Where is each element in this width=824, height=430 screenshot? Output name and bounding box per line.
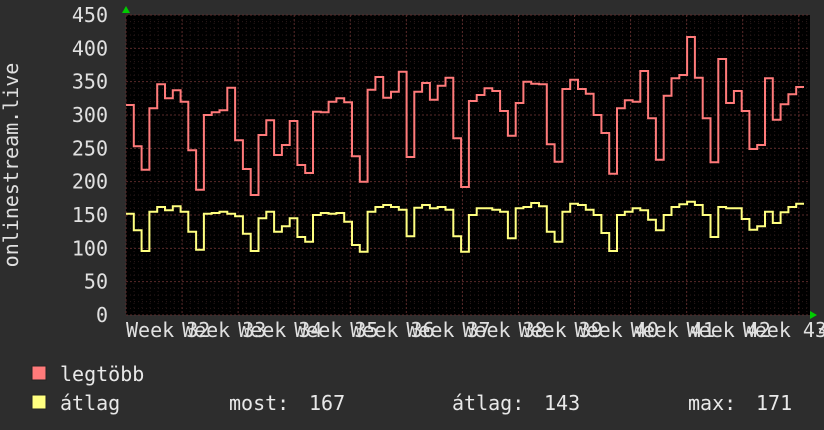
stat-avg-value: 143	[544, 391, 580, 415]
legend-label-legtobb: legtöbb	[60, 362, 144, 386]
stat-avg-label: átlag:	[452, 391, 524, 415]
y-tick-labels: 0 50 100 150 200 250 300 350 400 450	[72, 3, 108, 327]
x-tick-label-tail: 4	[818, 318, 824, 342]
y-tick-label: 0	[96, 303, 108, 327]
legend-label-atlag: átlag	[60, 391, 120, 415]
y-tick-label: 450	[72, 3, 108, 27]
y-tick-label: 250	[72, 136, 108, 160]
stat-now-label: most:	[229, 391, 289, 415]
stat-max-value: 171	[756, 391, 792, 415]
y-tick-label: 300	[72, 103, 108, 127]
y-tick-label: 150	[72, 203, 108, 227]
y-tick-label: 100	[72, 236, 108, 260]
y-tick-label: 200	[72, 170, 108, 194]
x-tick-label: Week 43	[743, 318, 824, 342]
y-tick-label: 350	[72, 70, 108, 94]
y-axis-label: onlinestream.live	[0, 63, 23, 268]
y-axis-arrow-icon	[122, 6, 130, 13]
stat-max-label: max:	[688, 391, 736, 415]
x-tick-labels: Week 32Week 33Week 34Week 35Week 36Week …	[126, 318, 824, 342]
chart: 0 50 100 150 200 250 300 350 400 450 Week 32Week …	[0, 3, 824, 415]
stat-now-value: 167	[309, 391, 345, 415]
y-tick-label: 400	[72, 36, 108, 60]
y-tick-label: 50	[84, 270, 108, 294]
legend-swatch-legtobb	[31, 365, 47, 381]
legend-swatch-atlag	[31, 394, 47, 410]
